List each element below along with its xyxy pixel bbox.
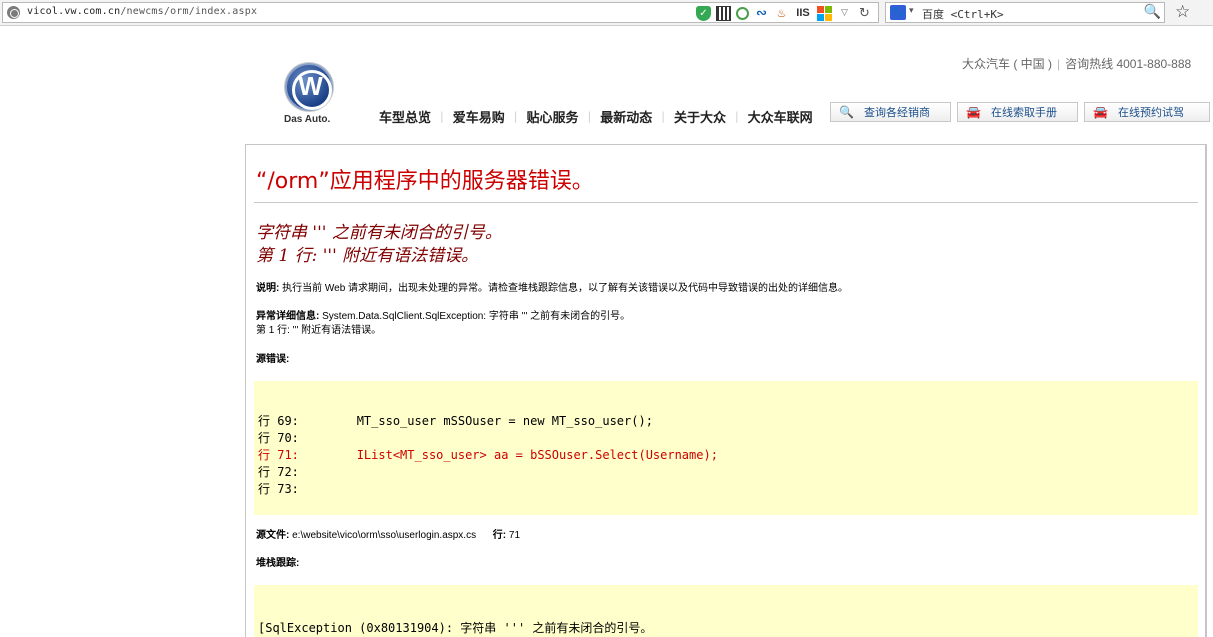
vw-logo[interactable]: W — [285, 63, 333, 111]
hotline: 咨询热线 4001-880-888 — [1065, 57, 1192, 71]
java-icon[interactable]: ♨ — [774, 6, 789, 21]
description: 说明: 执行当前 Web 请求期间，出现未处理的异常。请检查堆栈跟踪信息，以了解… — [256, 283, 849, 294]
nav-item-shopping[interactable]: 爱车易购 — [453, 107, 505, 126]
nav-item-about[interactable]: 关于大众 — [674, 107, 726, 126]
divider: | — [1057, 57, 1061, 71]
find-dealer-button[interactable]: 🔍 查询各经销商 — [830, 102, 951, 122]
code-lines: 行 69: MT_sso_user mSSOuser = new MT_sso_… — [258, 413, 718, 498]
iis-icon[interactable]: IIS — [794, 6, 812, 21]
browser-toolbar: vicol.vw.com.cn/newcms/orm/index.aspx ✓ … — [0, 0, 1213, 26]
source-error-label: 源错误: — [256, 354, 290, 365]
shield-icon[interactable]: ✓ — [696, 5, 711, 21]
qr-icon[interactable] — [716, 5, 731, 21]
stack-trace-block: [SqlException (0x80131904): 字符串 ''' 之前有未… — [254, 585, 1198, 637]
reload-icon[interactable]: ↻ — [857, 6, 872, 21]
stack-trace-label: 堆栈跟踪: — [256, 558, 300, 569]
book-test-drive-button[interactable]: 🚘 在线预约试驾 — [1084, 102, 1210, 122]
code-line: 行 69: MT_sso_user mSSOuser = new MT_sso_… — [258, 414, 653, 428]
car-icon: 🚘 — [966, 105, 981, 119]
code-line-highlighted: 行 71: IList<MT_sso_user> aa = bSSOuser.S… — [258, 448, 718, 462]
url-text[interactable]: vicol.vw.com.cn/newcms/orm/index.aspx — [27, 6, 257, 17]
divider — [254, 202, 1198, 203]
wave-icon[interactable]: ∾ — [754, 6, 769, 21]
windows-icon[interactable] — [817, 5, 832, 21]
nav-item-news[interactable]: 最新动态 — [600, 107, 652, 126]
ring-icon[interactable] — [736, 6, 749, 20]
main-nav: 车型总览 | 爱车易购 | 贴心服务 | 最新动态 | 关于大众 | 大众车联网 — [379, 107, 813, 126]
dropdown-icon[interactable]: ▽ — [837, 6, 852, 21]
code-line: 行 70: — [258, 431, 299, 445]
code-line: 行 72: — [258, 465, 299, 479]
search-icon[interactable]: 🔍 — [1144, 4, 1161, 20]
search-bar[interactable]: 🐾 ▾ 百度 <Ctrl+K> 🔍 — [885, 2, 1165, 23]
nav-item-models[interactable]: 车型总览 — [379, 107, 431, 126]
logo-tagline: Das Auto. — [284, 114, 331, 125]
stack-trace-line: [SqlException (0x80131904): 字符串 ''' 之前有未… — [258, 621, 653, 635]
code-line: 行 73: — [258, 482, 299, 496]
nav-item-service[interactable]: 贴心服务 — [526, 107, 578, 126]
search-icon: 🔍 — [839, 105, 854, 119]
exception-details: 异常详细信息: System.Data.SqlClient.SqlExcepti… — [256, 311, 631, 336]
error-panel: “/orm”应用程序中的服务器错误。 字符串 ''' 之前有未闭合的引号。 第 … — [245, 144, 1207, 637]
error-message-line: 字符串 ''' 之前有未闭合的引号。 — [256, 223, 502, 243]
address-bar[interactable]: vicol.vw.com.cn/newcms/orm/index.aspx ✓ … — [2, 2, 879, 23]
brand-link[interactable]: 大众汽车 ( 中国 ) — [962, 57, 1052, 71]
page-title: “/orm”应用程序中的服务器错误。 — [256, 169, 594, 194]
car-icon: 🚘 — [1093, 105, 1108, 119]
engine-dropdown-icon[interactable]: ▾ — [909, 6, 914, 16]
request-brochure-button[interactable]: 🚘 在线索取手册 — [957, 102, 1078, 122]
globe-icon — [7, 6, 20, 19]
baidu-icon[interactable]: 🐾 — [890, 5, 906, 20]
top-links: 大众汽车 ( 中国 ) | 咨询热线 4001-880-888 — [962, 55, 1191, 72]
source-file: 源文件: e:\website\vico\orm\sso\userlogin.a… — [256, 530, 521, 541]
service-buttons: 🔍 查询各经销商 🚘 在线索取手册 🚘 在线预约试驾 — [830, 102, 1210, 122]
error-message-line: 第 1 行: ''' 附近有语法错误。 — [256, 246, 479, 266]
error-message: 字符串 ''' 之前有未闭合的引号。 第 1 行: ''' 附近有语法错误。 — [256, 222, 502, 268]
search-input[interactable]: 百度 <Ctrl+K> — [922, 6, 1004, 22]
star-icon[interactable]: ☆ — [1175, 2, 1190, 22]
address-bar-icons: ✓ ∾ ♨ IIS ▽ ↻ — [696, 5, 872, 21]
nav-item-connect[interactable]: 大众车联网 — [748, 107, 813, 126]
source-code-block: 行 69: MT_sso_user mSSOuser = new MT_sso_… — [254, 381, 1198, 515]
